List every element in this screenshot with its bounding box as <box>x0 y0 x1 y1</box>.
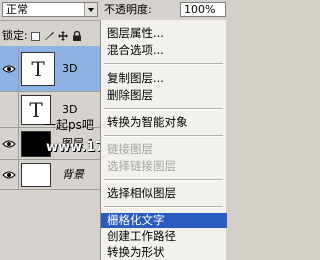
brush-icon[interactable] <box>44 31 54 41</box>
eye-cell <box>0 92 19 127</box>
menu-separator <box>104 179 223 181</box>
eye-icon[interactable] <box>1 167 17 183</box>
layer-name: 背景 <box>62 167 84 181</box>
watermark-text: 一起ps吧 <box>44 118 94 132</box>
menu-item-select-similar-layers[interactable]: 选择相似图层 <box>101 186 227 201</box>
menu-item-blending-options[interactable]: 混合选项... <box>101 43 227 58</box>
menu-item-duplicate-layer[interactable]: 复制图层... <box>101 71 227 86</box>
menu-item-convert-to-shape[interactable]: 转换为形状 <box>101 245 227 260</box>
menu-item-create-work-path[interactable]: 创建工作路径 <box>101 229 227 244</box>
menu-item-link-layers: 链接图层 <box>107 142 153 156</box>
menu-separator <box>104 108 223 110</box>
blend-mode-value: 正常 <box>6 3 28 16</box>
menu-item-rasterize-type[interactable]: 栅格化文字 <box>101 213 227 228</box>
menu-separator <box>104 135 223 137</box>
eye-icon[interactable] <box>1 136 17 152</box>
lock-transparent-icon[interactable] <box>30 31 40 41</box>
layer-name: 3D <box>62 102 78 116</box>
menu-item-convert-to-smart-object[interactable]: 转换为智能对象 <box>101 115 227 130</box>
menu-item-delete-layer[interactable]: 删除图层 <box>101 88 227 103</box>
blend-mode-select[interactable]: 正常 <box>2 2 98 17</box>
move-icon[interactable] <box>58 31 68 41</box>
menu-separator <box>104 206 223 208</box>
menu-item-layer-properties[interactable]: 图层属性... <box>101 26 227 41</box>
menu-item-select-linked-layers: 选择链接图层 <box>107 159 176 173</box>
opacity-input[interactable]: 100% <box>180 2 226 17</box>
layer-thumbnail: T <box>21 51 55 86</box>
menu-separator <box>104 63 223 65</box>
opacity-label: 不透明度: <box>104 3 152 16</box>
layer-thumbnail-white <box>21 162 51 187</box>
layers-toolbar: 正常 不透明度: 100% <box>0 0 226 21</box>
context-menu: 图层属性... 混合选项... 复制图层... 删除图层 转换为智能对象 链接图… <box>100 20 227 260</box>
chevron-down-icon[interactable] <box>84 3 97 16</box>
layer-name: 3D <box>62 61 78 75</box>
eye-icon[interactable] <box>1 61 17 77</box>
lock-all-icon[interactable] <box>72 31 82 41</box>
lock-label: 锁定: <box>2 29 28 42</box>
